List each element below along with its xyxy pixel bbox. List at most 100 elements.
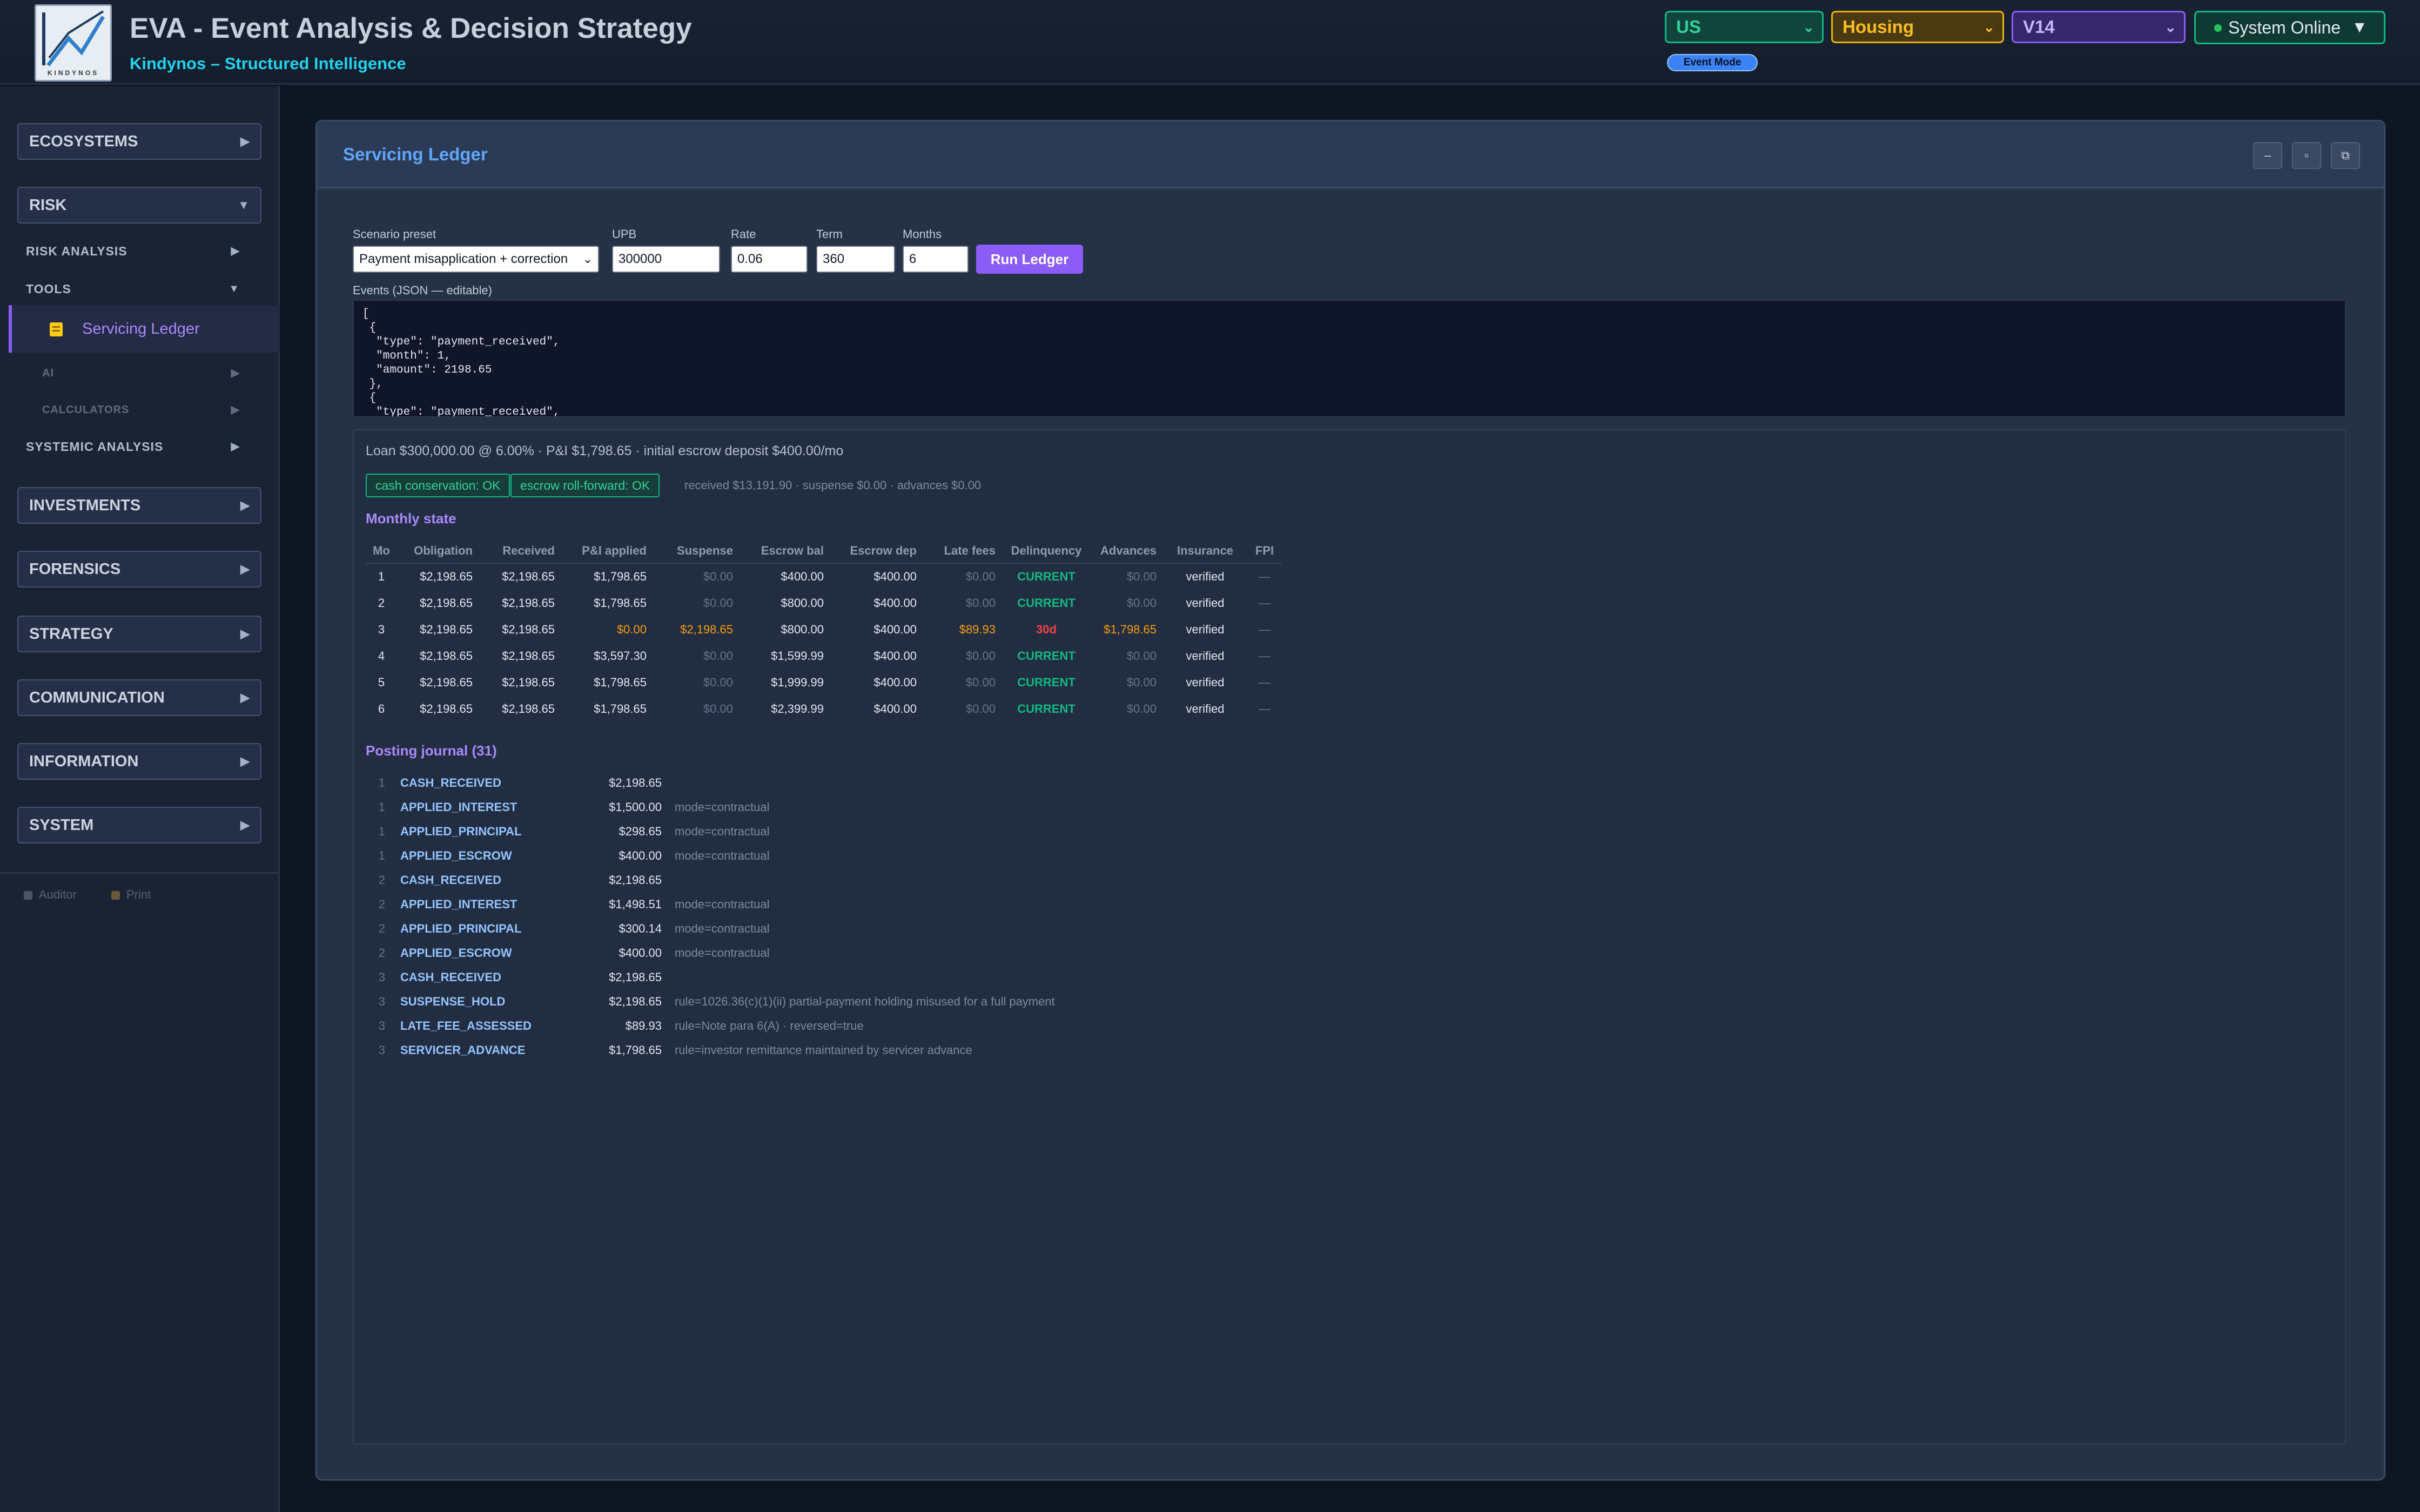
table-cell: $2,198.65: [420, 570, 473, 583]
column-header: Mo: [366, 538, 397, 564]
sidebar-item-risk-analysis[interactable]: RISK ANALYSIS ▶: [17, 239, 261, 264]
popout-button[interactable]: ⧉: [2331, 142, 2360, 169]
sidebar-section-label: ECOSYSTEMS: [29, 133, 138, 150]
journal-amount: $300.14: [619, 922, 662, 935]
table-header-row: Mo Obligation Received P&I applied Suspense E…: [366, 538, 1282, 564]
caret-right-icon: ▶: [240, 498, 250, 512]
ledger-icon: [50, 322, 63, 336]
rate-label: Rate: [731, 227, 756, 241]
chevron-down-icon: ⌄: [2164, 19, 2176, 35]
table-cell: $0.00: [1126, 675, 1157, 689]
journal-month: 1: [378, 825, 385, 838]
table-cell: $0.00: [703, 675, 733, 689]
sidebar-item-tools[interactable]: TOOLS ▼: [17, 276, 261, 301]
status-dot-icon: [2214, 24, 2222, 32]
minimize-button[interactable]: –: [2253, 142, 2282, 169]
sidebar-item-servicing-ledger[interactable]: Servicing Ledger: [9, 305, 280, 353]
table-cell: $2,198.65: [420, 701, 473, 716]
upb-label: UPB: [612, 227, 637, 241]
table-cell: $400.00: [873, 649, 917, 663]
months-label: Months: [903, 227, 942, 241]
column-header: Late fees: [923, 538, 1002, 564]
event-mode-badge[interactable]: Event Mode: [1667, 54, 1758, 71]
version-select[interactable]: V14 ⌄: [2012, 11, 2186, 43]
table-row: 4 $2,198.65 $2,198.65 $3,597.30 $0.00 $1,599.…: [366, 643, 1282, 669]
upb-input[interactable]: 300000: [612, 246, 720, 273]
events-json-editor[interactable]: [ { "type": "payment_received", "month":…: [353, 300, 2346, 417]
sidebar-section-system[interactable]: SYSTEM ▶: [17, 807, 261, 843]
sidebar-item-ai[interactable]: AI ▶: [17, 361, 261, 386]
journal-month: 3: [378, 1019, 385, 1032]
table-cell: 1: [378, 570, 385, 583]
journal-entry: 1 APPLIED_PRINCIPAL $298.65 mode=contractua…: [366, 819, 1122, 843]
scenario-preset-select[interactable]: Payment misapplication + correction ⌄: [353, 246, 599, 273]
table-cell: $0.00: [965, 570, 996, 583]
sidebar-section-ecosystems[interactable]: ECOSYSTEMS ▶: [17, 123, 261, 160]
journal-note: mode=contractual: [675, 946, 770, 960]
table-cell: $0.00: [965, 675, 996, 689]
table-cell: $400.00: [873, 596, 917, 610]
system-status-dropdown[interactable]: System Online ▼: [2194, 11, 2385, 44]
run-ledger-button[interactable]: Run Ledger: [976, 245, 1083, 274]
journal-month: 1: [378, 849, 385, 862]
journal-month: 3: [378, 995, 385, 1008]
column-header: Escrow dep: [830, 538, 923, 564]
table-cell: verified: [1186, 622, 1225, 636]
sidebar-section-label: FORENSICS: [29, 561, 121, 578]
table-cell: $400.00: [873, 622, 917, 636]
journal-entry: 3 SUSPENSE_HOLD $2,198.65 rule=1026.36(c)(1…: [366, 989, 1122, 1014]
months-input[interactable]: 6: [903, 246, 969, 273]
sidebar-item-label: RISK ANALYSIS: [26, 244, 127, 258]
journal-amount: $89.93: [625, 1019, 662, 1032]
journal-entry: 2 APPLIED_PRINCIPAL $300.14 mode=contractua…: [366, 916, 1122, 941]
journal-amount: $2,198.65: [609, 970, 662, 984]
caret-right-icon: ▶: [240, 691, 250, 704]
column-header: Suspense: [653, 538, 740, 564]
print-link[interactable]: Print: [111, 888, 151, 902]
sidebar-section-risk[interactable]: RISK ▼: [17, 187, 261, 224]
sidebar: ECOSYSTEMS ▶ RISK ▼ RISK ANALYSIS ▶ TOOL…: [0, 86, 280, 1512]
caret-right-icon: ▶: [240, 627, 250, 640]
table-cell: $0.00: [965, 596, 996, 610]
rate-input[interactable]: 0.06: [731, 246, 808, 273]
journal-month: 3: [378, 970, 385, 984]
sidebar-section-forensics[interactable]: FORENSICS ▶: [17, 551, 261, 588]
auditor-link[interactable]: Auditor: [24, 888, 77, 902]
app-header: KINDYNOS EVA - Event Analysis & Decision…: [0, 0, 2420, 85]
sidebar-item-label: CALCULATORS: [42, 404, 130, 416]
sidebar-section-strategy[interactable]: STRATEGY ▶: [17, 616, 261, 652]
table-cell: 30d: [1036, 622, 1057, 636]
sidebar-item-systemic-analysis[interactable]: SYSTEMIC ANALYSIS ▶: [17, 434, 261, 459]
table-cell: $400.00: [873, 570, 917, 583]
country-select[interactable]: US ⌄: [1665, 11, 1824, 43]
app-subtitle: Kindynos – Structured Intelligence: [130, 54, 406, 73]
term-input[interactable]: 360: [816, 246, 895, 273]
table-cell: —: [1259, 570, 1270, 583]
table-cell: CURRENT: [1017, 701, 1075, 716]
table-cell: $1,798.65: [594, 675, 647, 689]
sidebar-section-investments[interactable]: INVESTMENTS ▶: [17, 487, 261, 524]
sidebar-item-label: AI: [42, 367, 54, 379]
sidebar-section-information[interactable]: INFORMATION ▶: [17, 743, 261, 780]
table-cell: —: [1259, 596, 1270, 610]
journal-type: CASH_RECEIVED: [400, 776, 502, 789]
table-cell: CURRENT: [1017, 649, 1075, 663]
table-row: 1 $2,198.65 $2,198.65 $1,798.65 $0.00 $400.00…: [366, 563, 1282, 590]
sidebar-item-calculators[interactable]: CALCULATORS ▶: [17, 397, 261, 422]
table-cell: CURRENT: [1017, 675, 1075, 689]
journal-amount: $1,498.51: [609, 897, 662, 911]
caret-down-icon: ▼: [2351, 18, 2368, 36]
table-cell: $1,798.65: [594, 596, 647, 610]
table-cell: $2,198.65: [502, 675, 555, 689]
table-cell: $0.00: [1126, 570, 1157, 583]
caret-right-icon: ▶: [240, 818, 250, 832]
sidebar-section-communication[interactable]: COMMUNICATION ▶: [17, 679, 261, 716]
journal-type: CASH_RECEIVED: [400, 873, 502, 887]
microscope-icon: [24, 891, 32, 900]
maximize-button[interactable]: ▫: [2292, 142, 2321, 169]
table-cell: CURRENT: [1017, 570, 1075, 583]
journal-amount: $2,198.65: [609, 776, 662, 789]
sector-select[interactable]: Housing ⌄: [1831, 11, 2004, 43]
journal-month: 3: [378, 1043, 385, 1057]
app-title: EVA - Event Analysis & Decision Strategy: [130, 12, 692, 44]
